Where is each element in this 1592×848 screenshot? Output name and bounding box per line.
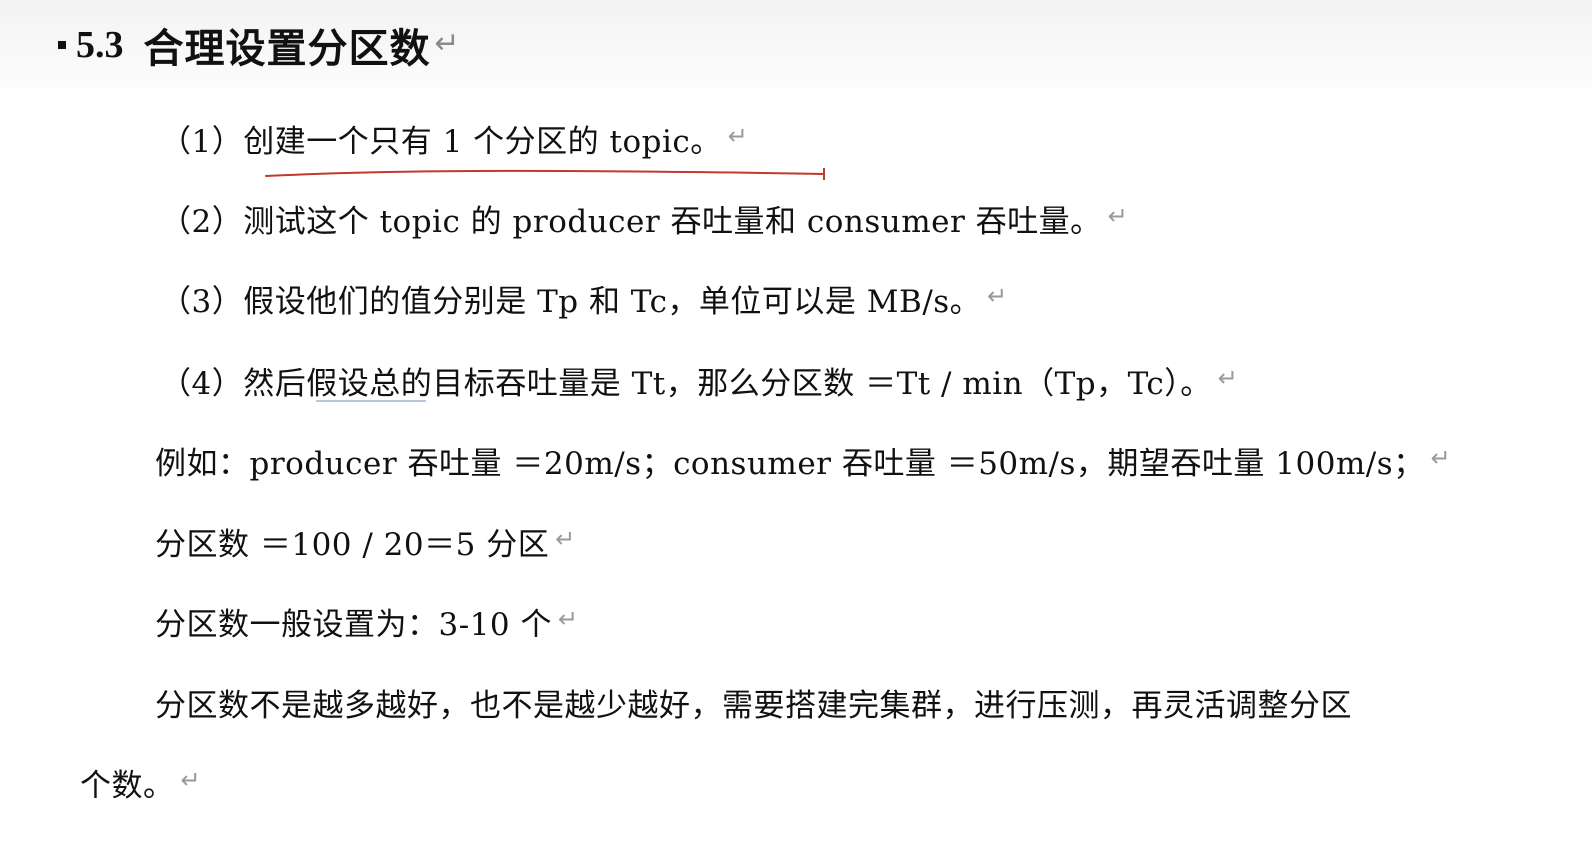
paragraph-mark-icon: ↵: [558, 605, 579, 633]
bullet-icon: [58, 41, 66, 49]
paragraph-mark-icon: ↵: [987, 282, 1008, 310]
annotation-underline: [316, 400, 426, 402]
line-text: （2）测试这个 topic 的 producer 吞吐量和 consumer 吞…: [160, 203, 1102, 240]
line-text: 分区数一般设置为：3-10 个: [155, 606, 552, 643]
example-line: 例如：producer 吞吐量 ＝20m/s；consumer 吞吐量 ＝50m…: [155, 435, 1451, 485]
section-number: 5.3: [76, 24, 124, 66]
line-text: 个数。: [80, 767, 175, 804]
step-3: （3）假设他们的值分别是 Tp 和 Tc，单位可以是 MB/s。 ↵: [160, 273, 1008, 323]
note-line-1: 分区数不是越多越好，也不是越少越好，需要搭建完集群，进行压测，再灵活调整分区: [155, 677, 1352, 727]
section-title: 合理设置分区数: [143, 26, 431, 72]
paragraph-mark-icon: ↵: [1217, 364, 1239, 392]
paragraph-mark-icon: ↵: [555, 525, 576, 553]
partition-range-line: 分区数一般设置为：3-10 个 ↵: [155, 596, 579, 646]
line-text: （3）假设他们的值分别是 Tp 和 Tc，单位可以是 MB/s。: [160, 283, 982, 320]
red-pen-underline: [265, 168, 825, 180]
line-text: 分区数 ＝100 / 20＝5 分区: [155, 526, 550, 563]
paragraph-mark-icon: ↵: [180, 766, 202, 794]
line-text: （1）创建一个只有 1 个分区的 topic。: [160, 123, 722, 160]
section-heading: 5.3 合理设置分区数 ↵: [58, 14, 460, 76]
step-1: （1）创建一个只有 1 个分区的 topic。 ↵: [160, 113, 748, 163]
paragraph-mark-icon: ↵: [1430, 444, 1452, 472]
step-4: （4）然后假设总的目标吞吐量是 Tt，那么分区数 ＝Tt / min（Tp，Tc…: [160, 355, 1238, 405]
paragraph-mark-icon: ↵: [727, 122, 749, 150]
line-text: （4）然后假设总的目标吞吐量是 Tt，那么分区数 ＝Tt / min（Tp，Tc…: [160, 365, 1212, 402]
paragraph-mark-icon: ↵: [1107, 202, 1129, 230]
line-text: 例如：producer 吞吐量 ＝20m/s；consumer 吞吐量 ＝50m…: [155, 445, 1425, 482]
line-text: 分区数不是越多越好，也不是越少越好，需要搭建完集群，进行压测，再灵活调整分区: [155, 687, 1352, 724]
note-line-2: 个数。 ↵: [80, 757, 201, 807]
partition-calc-line: 分区数 ＝100 / 20＝5 分区 ↵: [155, 516, 576, 566]
step-2: （2）测试这个 topic 的 producer 吞吐量和 consumer 吞…: [160, 193, 1128, 243]
paragraph-mark-icon: ↵: [434, 25, 460, 61]
